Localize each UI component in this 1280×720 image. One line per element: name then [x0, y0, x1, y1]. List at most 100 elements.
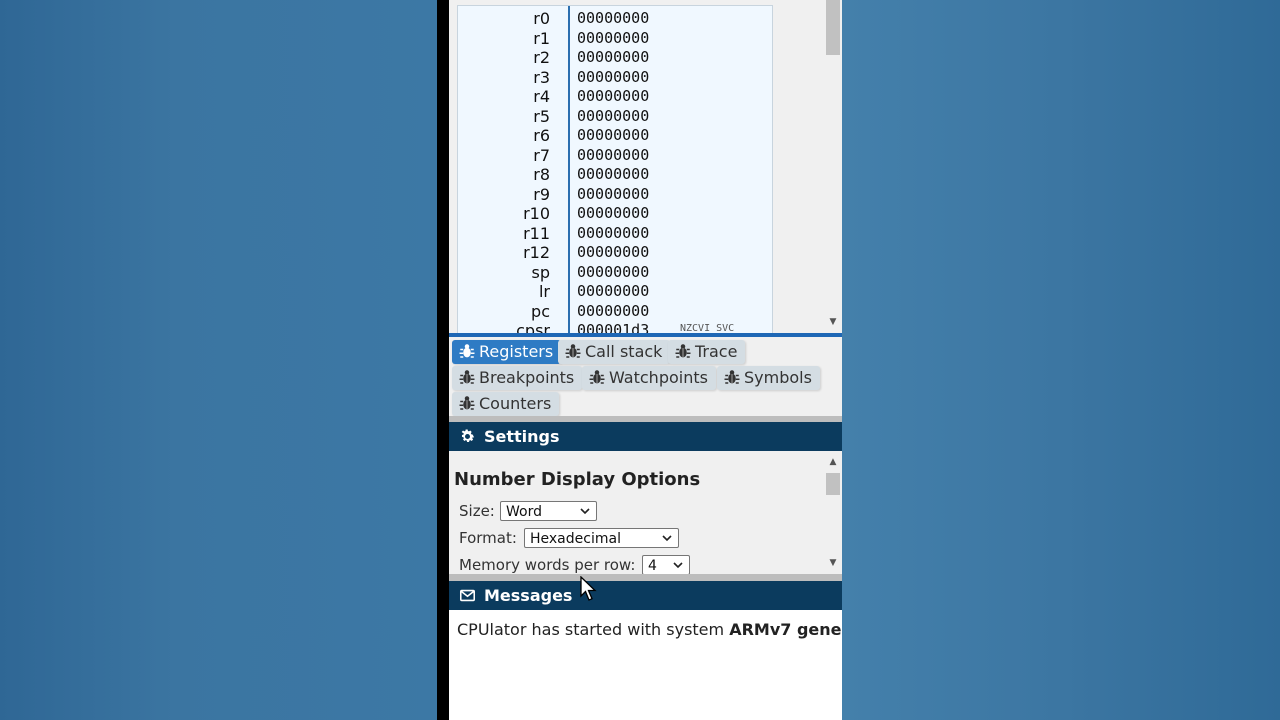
scroll-down-arrow-icon[interactable]: ▼ — [824, 316, 842, 328]
size-select[interactable]: Word — [500, 501, 597, 521]
bug-icon — [565, 344, 581, 358]
register-value[interactable]: 00000000 — [577, 68, 649, 86]
format-select[interactable]: Hexadecimal — [524, 528, 679, 548]
background-left — [0, 0, 437, 720]
register-name: r6 — [533, 126, 550, 145]
register-row: r10 00000000 — [458, 204, 772, 224]
register-row: r0 00000000 — [458, 9, 772, 29]
register-name: r1 — [533, 28, 550, 48]
bug-icon — [724, 370, 740, 384]
register-row: r12 00000000 — [458, 243, 772, 263]
register-name: cpsr — [516, 321, 550, 333]
tab-label: Counters — [479, 394, 552, 413]
register-value[interactable]: 00000000 — [577, 224, 649, 242]
register-value[interactable]: 00000000 — [577, 185, 649, 203]
bug-icon — [459, 396, 475, 410]
tab-label: Watchpoints — [609, 368, 708, 387]
register-row: r8 00000000 — [458, 165, 772, 185]
size-value: Word — [506, 504, 542, 520]
bug-icon — [675, 344, 691, 358]
register-name: sp — [531, 262, 551, 282]
messages-header[interactable]: Messages — [449, 581, 842, 610]
register-name: r3 — [533, 67, 550, 87]
format-label: Format: — [459, 529, 517, 547]
register-name: r5 — [533, 106, 550, 126]
tab-symbols[interactable]: Symbols — [717, 366, 820, 390]
tab-label: Trace — [695, 342, 738, 361]
register-value[interactable]: 00000000 — [577, 282, 649, 300]
settings-scroll-thumb[interactable] — [826, 473, 840, 495]
chevron-down-icon — [580, 508, 590, 515]
tab-label: Registers — [479, 342, 554, 361]
register-row: sp 00000000 — [458, 263, 772, 283]
mouse-cursor-icon — [580, 576, 597, 601]
settings-scrollbar[interactable]: ▲ ▼ — [824, 451, 842, 574]
tab-breakpoints[interactable]: Breakpoints — [452, 366, 583, 390]
register-value[interactable]: 00000000 — [577, 243, 649, 261]
settings-title: Settings — [484, 427, 560, 446]
register-row: pc 00000000 — [458, 302, 772, 322]
registers-pane: r0 00000000 r1 00000000 r2 00000000 r3 00000000… — [449, 0, 842, 333]
register-row: r6 00000000 — [458, 126, 772, 146]
memory-words-label: Memory words per row: — [459, 556, 636, 574]
register-name: r9 — [533, 184, 550, 204]
register-value[interactable]: 00000000 — [577, 87, 649, 105]
tab-label: Symbols — [744, 368, 812, 387]
number-display-options-title: Number Display Options — [454, 469, 701, 490]
message-text: CPUlator has started with system — [457, 620, 730, 639]
tab-label: Breakpoints — [479, 368, 575, 387]
register-row: r4 00000000 — [458, 87, 772, 107]
settings-body: Number Display Options Size: Word Format… — [449, 451, 842, 574]
tab-counters[interactable]: Counters — [452, 392, 560, 416]
register-value[interactable]: 00000000 — [577, 9, 649, 27]
registers-table: r0 00000000 r1 00000000 r2 00000000 r3 00000000… — [457, 5, 773, 333]
bug-icon — [459, 344, 475, 358]
register-row: r9 00000000 — [458, 185, 772, 205]
register-name: r12 — [523, 243, 550, 262]
bug-icon — [589, 370, 605, 384]
message-system-name: ARMv7 generic — [729, 620, 842, 639]
register-row-cpsr: cpsr 000001d3 NZCVI SVC — [458, 321, 772, 333]
chevron-down-icon — [673, 562, 683, 569]
register-row: r5 00000000 — [458, 107, 772, 127]
register-value[interactable]: 00000000 — [577, 263, 649, 281]
register-name: r11 — [523, 223, 550, 243]
tab-registers[interactable]: Registers — [452, 340, 562, 364]
register-value[interactable]: 00000000 — [577, 302, 649, 320]
register-value[interactable]: 00000000 — [577, 126, 649, 144]
memory-words-select[interactable]: 4 — [642, 555, 690, 574]
tab-watchpoints[interactable]: Watchpoints — [582, 366, 716, 390]
envelope-icon — [459, 589, 476, 602]
messages-body: CPUlator has started with system ARMv7 g… — [449, 610, 842, 720]
register-row: r1 00000000 — [458, 29, 772, 49]
register-value[interactable]: 00000000 — [577, 29, 649, 47]
background-right — [842, 0, 1280, 720]
register-value[interactable]: 00000000 — [577, 165, 649, 183]
register-value[interactable]: 00000000 — [577, 48, 649, 66]
register-row: r11 00000000 — [458, 224, 772, 244]
scroll-up-arrow-icon[interactable]: ▲ — [824, 456, 842, 468]
register-name: r2 — [533, 48, 550, 67]
register-row: r7 00000000 — [458, 146, 772, 166]
register-name: r10 — [523, 204, 550, 223]
settings-header[interactable]: Settings — [449, 422, 842, 451]
register-value[interactable]: 00000000 — [577, 107, 649, 125]
register-value[interactable]: 00000000 — [577, 146, 649, 164]
scroll-down-arrow-icon[interactable]: ▼ — [824, 557, 842, 569]
registers-scrollbar[interactable]: ▼ — [824, 0, 842, 333]
register-value[interactable]: 00000000 — [577, 204, 649, 222]
register-value[interactable]: 000001d3 — [577, 321, 649, 333]
bug-icon — [459, 370, 475, 384]
register-name: r7 — [533, 145, 550, 165]
memory-words-value: 4 — [648, 558, 657, 574]
tab-trace[interactable]: Trace — [668, 340, 746, 364]
registers-scroll-thumb[interactable] — [826, 0, 840, 55]
tab-label: Call stack — [585, 342, 663, 361]
pane-splitter[interactable] — [449, 574, 842, 581]
register-name: r0 — [533, 9, 550, 28]
register-row: r3 00000000 — [458, 68, 772, 88]
register-row: r2 00000000 — [458, 48, 772, 68]
message-line: CPUlator has started with system ARMv7 g… — [457, 620, 842, 639]
tab-call-stack[interactable]: Call stack — [558, 340, 671, 364]
register-name: pc — [531, 301, 550, 321]
